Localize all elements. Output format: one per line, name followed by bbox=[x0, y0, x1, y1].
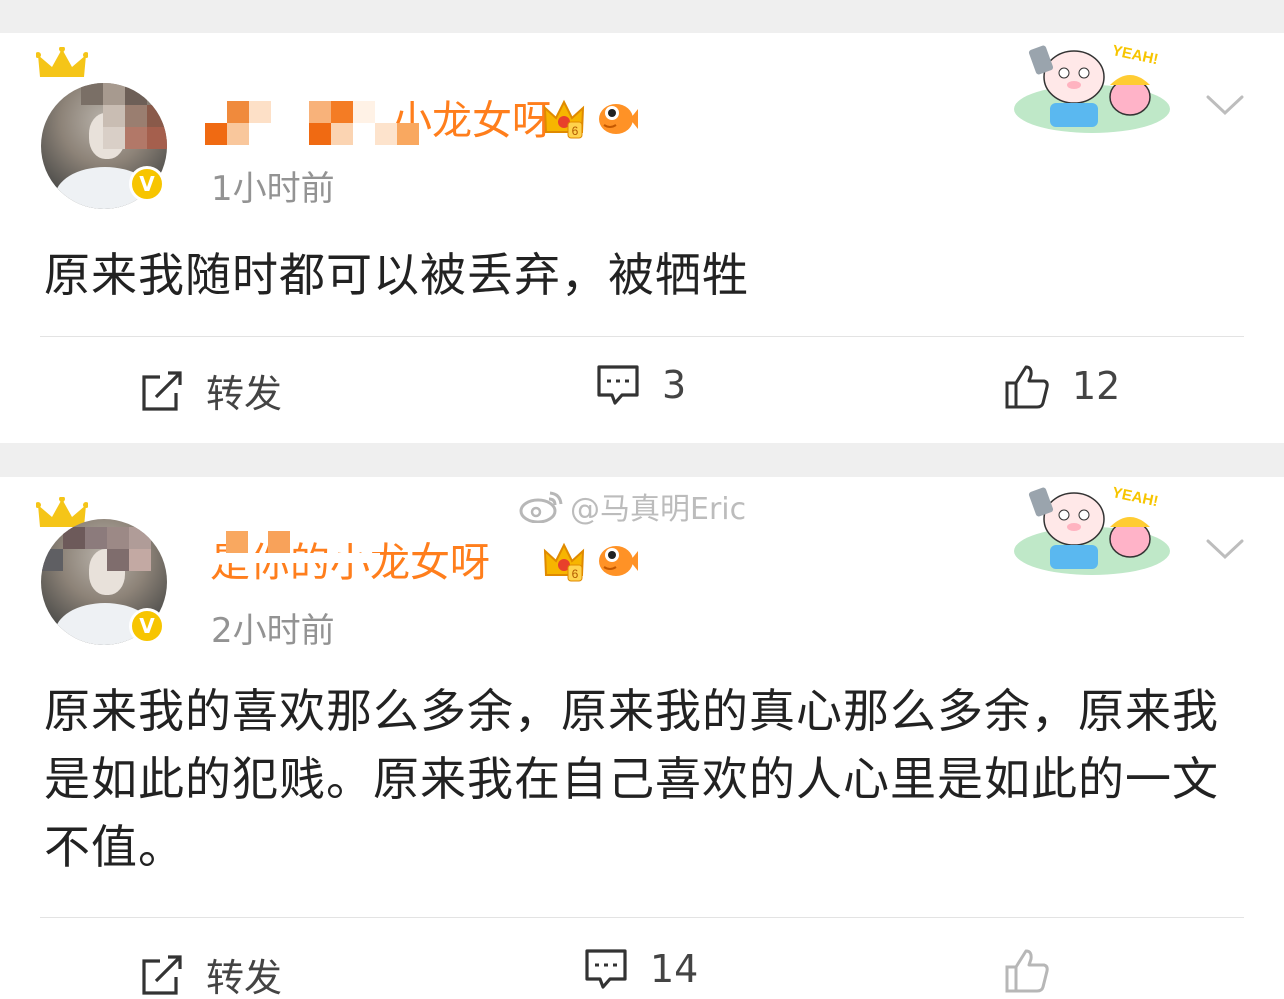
fish-icon bbox=[599, 546, 638, 576]
sticker-text: YEAH! bbox=[1111, 42, 1160, 68]
verified-badge-icon: V bbox=[129, 166, 165, 202]
repost-icon bbox=[142, 954, 182, 995]
verified-badge-icon: V bbox=[129, 608, 165, 644]
timestamp: 1小时前 bbox=[211, 169, 335, 209]
crown-icon bbox=[36, 47, 88, 77]
comment-text: 原来我的喜欢那么多余，原来我的真心那么多余，原来我是如此的犯贱。原来我在自己喜欢… bbox=[44, 684, 1219, 874]
watermark: @马真明Eric bbox=[518, 484, 746, 528]
repost-button[interactable]: 转发 bbox=[140, 363, 282, 418]
vip-crown-icon: 6 bbox=[543, 99, 585, 139]
sticker-yeah-icon: YEAH! bbox=[1014, 42, 1170, 133]
comment-card: @马真明Eric V 是你的小龙女呀 6 2小时前 YEAH! 原来我的喜欢那么… bbox=[0, 477, 1284, 999]
repost-icon bbox=[142, 370, 182, 411]
comment-icon bbox=[585, 949, 627, 989]
repost-label: 转发 bbox=[206, 956, 283, 999]
username-mosaic bbox=[210, 531, 380, 581]
comment-text: 原来我随时都可以被丢弃，被牺牲 bbox=[44, 248, 749, 302]
comment-button[interactable]: 14 bbox=[584, 947, 698, 991]
comment-button[interactable]: 3 bbox=[596, 363, 686, 407]
divider bbox=[40, 917, 1244, 918]
thumbs-up-icon bbox=[1005, 949, 1049, 993]
comment-icon bbox=[597, 365, 639, 405]
like-count: 12 bbox=[1072, 364, 1121, 408]
repost-button[interactable]: 转发 bbox=[140, 947, 282, 999]
thumbs-up-icon bbox=[1005, 365, 1049, 409]
timestamp: 2小时前 bbox=[211, 611, 335, 651]
divider bbox=[40, 336, 1244, 337]
repost-label: 转发 bbox=[206, 372, 283, 416]
username-mosaic bbox=[205, 101, 435, 145]
chevron-down-icon[interactable] bbox=[1206, 537, 1244, 561]
sticker-yeah-icon: YEAH! bbox=[1014, 484, 1170, 575]
sticker-text: YEAH! bbox=[1111, 484, 1160, 510]
svg-text:6: 6 bbox=[572, 567, 579, 581]
fish-icon bbox=[599, 104, 638, 134]
comment-count: 14 bbox=[650, 947, 699, 991]
vip-crown-icon: 6 bbox=[543, 542, 585, 582]
svg-text:6: 6 bbox=[572, 124, 579, 138]
comment-count: 3 bbox=[662, 363, 687, 407]
watermark-text: @马真明Eric bbox=[570, 492, 747, 527]
chevron-down-icon[interactable] bbox=[1206, 93, 1244, 117]
comment-card: V 小龙女呀 6 1小时前 YEAH! 原来我随时都可以被丢弃，被牺牲 转发 3… bbox=[0, 33, 1284, 443]
like-button[interactable] bbox=[1004, 947, 1050, 993]
like-button[interactable]: 12 bbox=[1004, 363, 1120, 409]
weibo-logo-icon bbox=[519, 491, 563, 523]
